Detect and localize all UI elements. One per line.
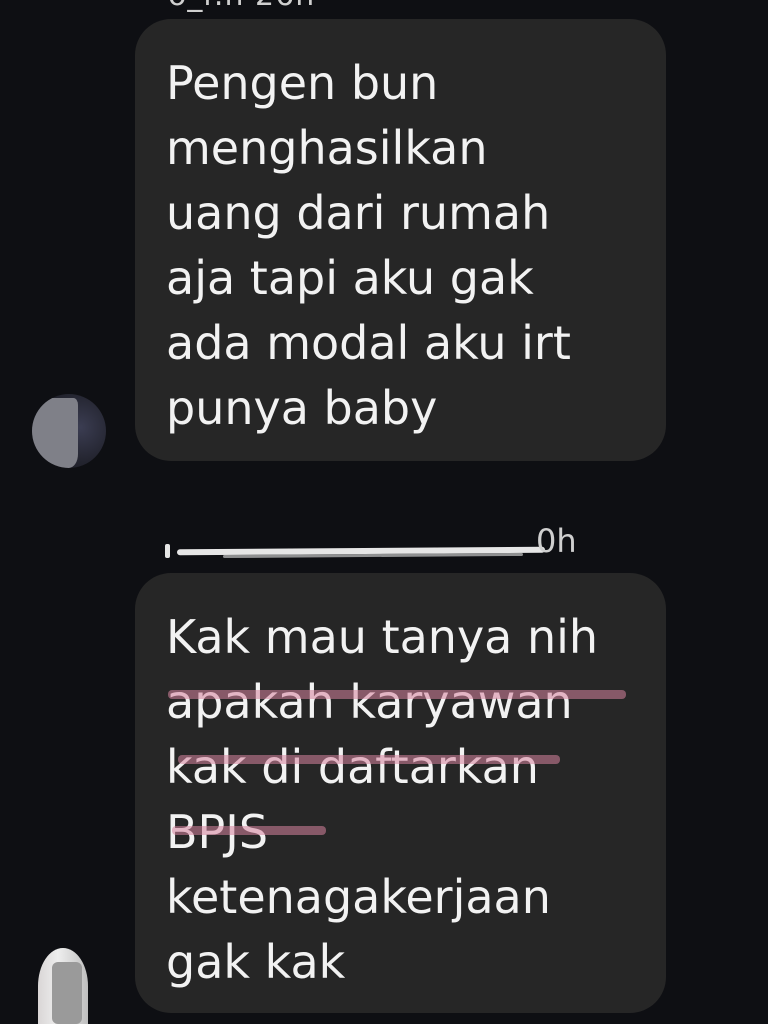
highlight-scribble xyxy=(172,826,326,835)
message-line: gak kak xyxy=(166,935,346,989)
message-line: menghasilkan xyxy=(166,121,488,175)
message-line: ada modal aku irt xyxy=(166,316,571,370)
message-line: uang dari rumah xyxy=(166,186,551,240)
message-meta: 0h xyxy=(163,522,583,566)
avatar-redaction xyxy=(52,962,82,1024)
highlight-scribble xyxy=(178,755,560,764)
message-line: kak di daftarkan xyxy=(166,740,539,794)
message-time: 0h xyxy=(536,522,577,560)
message-line: ketenagakerjaan xyxy=(166,870,551,924)
message-line: aja tapi aku gak xyxy=(166,251,534,305)
previous-message-header: o_r.n 26h xyxy=(168,0,315,13)
username-redaction xyxy=(165,544,170,558)
sender-avatar[interactable] xyxy=(38,948,88,1024)
message-line: apakah karyawan xyxy=(166,675,573,729)
message-line: Pengen bun xyxy=(166,56,439,110)
message-line: Kak mau tanya nih xyxy=(166,610,599,664)
sender-avatar[interactable] xyxy=(32,394,106,468)
avatar-redaction xyxy=(32,398,78,468)
highlight-scribble xyxy=(168,690,626,699)
message-bubble[interactable]: Kak mau tanya nih apakah karyawan kak di… xyxy=(135,573,666,1013)
message-line: punya baby xyxy=(166,381,438,435)
message-bubble[interactable]: Pengen bun menghasilkan uang dari rumah … xyxy=(135,19,666,461)
